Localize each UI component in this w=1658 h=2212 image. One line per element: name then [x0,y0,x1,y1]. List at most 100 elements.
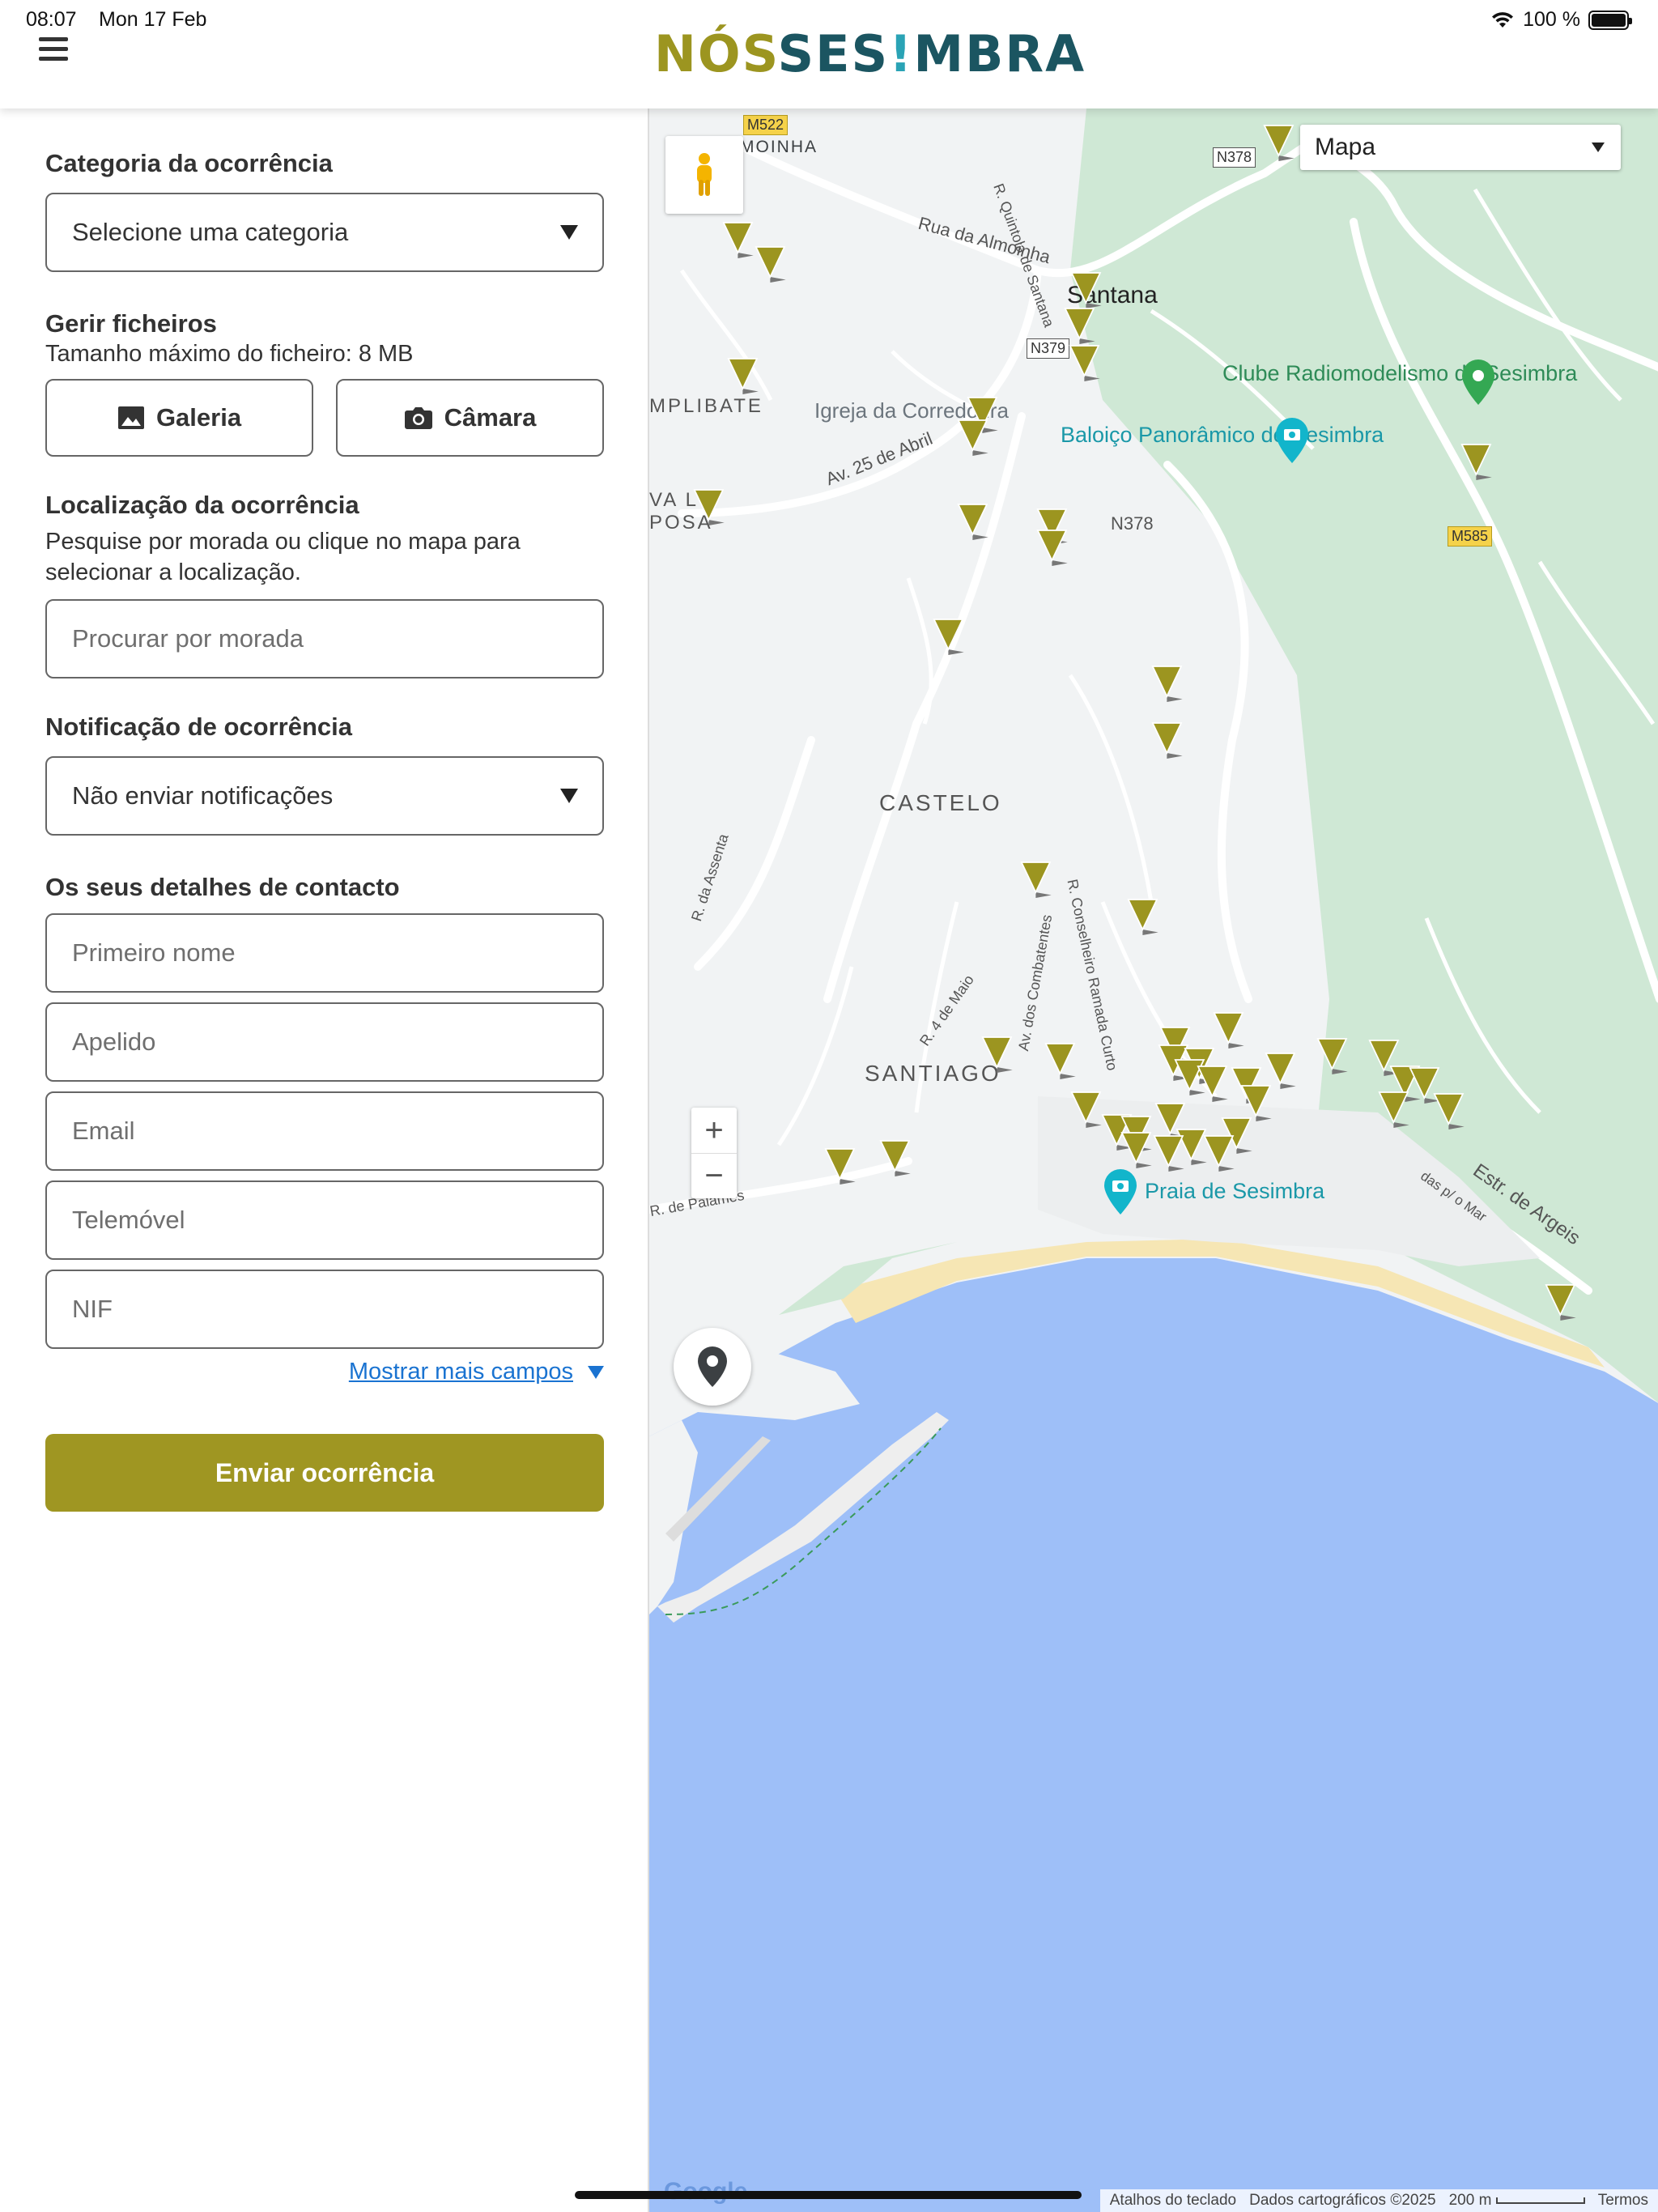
map-type-select[interactable]: Mapa [1300,125,1621,170]
submit-button[interactable]: Enviar ocorrência [45,1434,604,1512]
occurrence-marker-icon[interactable] [933,617,968,657]
occurrence-marker-icon[interactable] [981,1035,1017,1075]
dropdown-caret-icon [560,225,578,240]
status-bar: 08:07 Mon 17 Feb 100 % [0,0,1658,37]
zoom-in-button[interactable]: + [691,1108,737,1153]
home-indicator [575,2191,1082,2199]
occurrence-marker-icon[interactable] [755,245,790,285]
map-label-n378: N378 [1111,513,1154,534]
camera-button-label: Câmara [444,403,537,432]
map-label-baloico: Baloiço Panorâmico de Sesimbra [1061,423,1384,447]
email-input[interactable]: Email [45,1091,604,1171]
map-pin-beach-icon[interactable] [1104,1169,1137,1214]
occurrence-marker-icon[interactable] [1036,528,1072,568]
battery-percent: 100 % [1523,8,1580,31]
dropdown-caret-icon [1592,143,1605,152]
map-label-mplibate: MPLIBATE [649,395,763,417]
contact-label: Os seus detalhes de contacto [45,873,400,901]
occurrence-marker-icon[interactable] [1197,1064,1232,1104]
occurrence-marker-icon[interactable] [727,356,763,397]
category-label: Categoria da ocorrência [45,149,333,177]
address-search-input[interactable]: Procurar por morada [45,599,604,678]
location-help: Pesquise por morada ou clique no mapa pa… [45,529,521,585]
terms-link[interactable]: Termos [1598,2192,1648,2210]
occurrence-marker-icon[interactable] [1378,1090,1414,1130]
category-select-value: Selecione uma categoria [72,218,349,246]
occurrence-marker-icon[interactable] [1064,306,1099,347]
category-select[interactable]: Selecione uma categoria [45,193,604,272]
occurrence-marker-icon[interactable] [1120,1130,1156,1171]
battery-icon [1588,10,1632,30]
first-name-input[interactable]: Primeiro nome [45,913,604,993]
occurrence-marker-icon[interactable] [1213,1010,1248,1051]
occurrence-marker-icon[interactable] [957,502,993,542]
zoom-out-button[interactable]: − [691,1153,737,1198]
occurrence-marker-icon[interactable] [1070,270,1106,311]
menu-icon[interactable] [39,37,68,62]
nif-placeholder: NIF [72,1295,113,1323]
occurrence-marker-icon[interactable] [1151,664,1187,704]
address-placeholder: Procurar por morada [72,624,304,653]
occurrence-marker-icon[interactable] [1127,897,1163,938]
occurrence-marker-icon[interactable] [824,1146,860,1187]
expand-triangle-icon[interactable] [588,1366,604,1380]
map-attribution: Atalhos do teclado Dados cartográficos ©… [1099,2189,1658,2212]
map-data-credit: Dados cartográficos ©2025 [1249,2192,1436,2209]
phone-input[interactable]: Telemóvel [45,1180,604,1260]
map-pin-green-icon[interactable] [1462,359,1494,405]
occurrence-marker-icon[interactable] [879,1138,915,1179]
occurrence-marker-icon[interactable] [1316,1036,1352,1077]
files-label: Gerir ficheiros [45,309,217,338]
notification-select-value: Não enviar notificações [72,781,334,810]
road-shield-m585: M585 [1448,526,1493,547]
map-label-praia: Praia de Sesimbra [1145,1179,1325,1203]
last-name-input[interactable]: Apelido [45,1002,604,1082]
map[interactable]: MOINHA Rua da Almoinha Santana R. Quinto… [648,108,1658,2212]
map-label-moinha: MOINHA [740,138,818,156]
occurrence-form: Categoria da ocorrência Selecione uma ca… [45,108,604,1512]
keyboard-shortcuts-link[interactable]: Atalhos do teclado [1110,2192,1236,2210]
occurrence-marker-icon[interactable] [1151,721,1187,761]
road-shield-m522: M522 [743,115,789,135]
map-label-castelo: CASTELO [879,790,1002,815]
more-fields-link[interactable]: Mostrar mais campos [349,1359,573,1385]
occurrence-marker-icon[interactable] [1020,860,1056,900]
phone-placeholder: Telemóvel [72,1206,185,1234]
street-view-button[interactable] [665,136,743,214]
locate-button[interactable] [674,1328,751,1406]
occurrence-marker-icon[interactable] [693,487,729,528]
email-placeholder: Email [72,1117,135,1145]
occurrence-marker-icon[interactable] [722,220,758,261]
gallery-button-label: Galeria [155,403,242,432]
map-type-value: Mapa [1315,134,1376,160]
nif-input[interactable]: NIF [45,1270,604,1349]
occurrence-marker-icon[interactable] [1044,1041,1080,1082]
notification-select[interactable]: Não enviar notificações [45,756,604,836]
map-pin-camera-icon[interactable] [1276,418,1308,463]
status-right: 100 % [1490,8,1632,32]
occurrence-marker-icon[interactable] [1433,1091,1469,1132]
gallery-button[interactable]: Galeria [45,379,313,457]
wifi-icon [1492,11,1514,28]
map-scale: 200 m [1449,2192,1585,2210]
files-max-size: Tamanho máximo do ficheiro: 8 MB [45,341,414,367]
dropdown-caret-icon [560,789,578,803]
image-icon [117,406,144,429]
location-pin-icon [698,1346,727,1387]
first-name-placeholder: Primeiro nome [72,938,236,967]
occurrence-marker-icon[interactable] [1203,1134,1239,1174]
status-time: 08:07 [26,8,77,31]
occurrence-marker-icon[interactable] [1153,1134,1188,1174]
status-date: Mon 17 Feb [99,8,207,31]
occurrence-marker-icon[interactable] [957,418,993,458]
notification-label: Notificação de ocorrência [45,713,353,741]
occurrence-marker-icon[interactable] [1263,123,1299,164]
occurrence-marker-icon[interactable] [1545,1283,1580,1323]
camera-button[interactable]: Câmara [336,379,604,457]
pegman-icon [697,153,712,196]
zoom-control: + − [691,1108,737,1198]
last-name-placeholder: Apelido [72,1027,156,1056]
occurrence-marker-icon[interactable] [1069,343,1104,384]
occurrence-marker-icon[interactable] [1460,442,1496,483]
map-label-clube: Clube Radiomodelismo de Sesimbra [1222,361,1578,385]
